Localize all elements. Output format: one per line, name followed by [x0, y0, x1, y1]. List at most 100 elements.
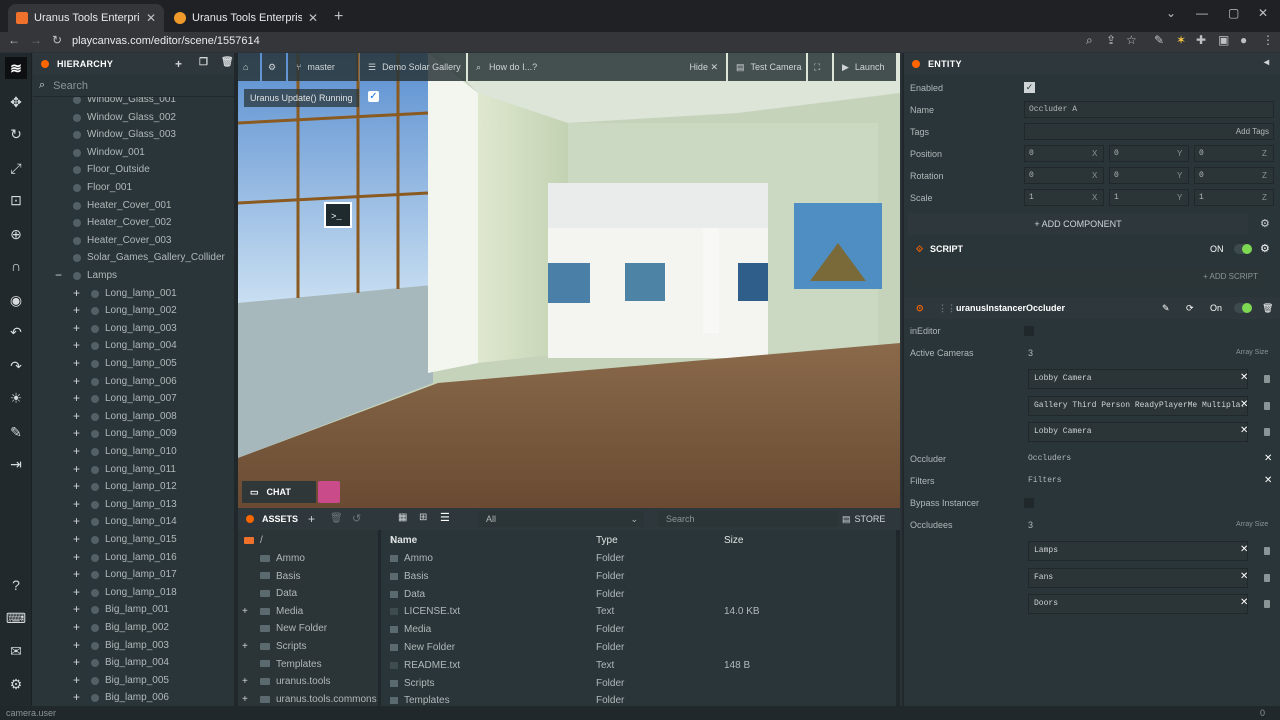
array-entry-field[interactable]: Lobby Camera: [1028, 422, 1248, 442]
expand-icon[interactable]: +: [73, 549, 80, 566]
expand-icon[interactable]: +: [73, 443, 80, 460]
edit-script-icon[interactable]: ✎: [1162, 297, 1170, 319]
home-button[interactable]: ⌂: [238, 53, 260, 81]
folder-item[interactable]: New Folder: [242, 620, 327, 637]
folder-item[interactable]: + Media: [242, 603, 303, 620]
table-row[interactable]: Scripts Folder: [384, 675, 896, 692]
undo-icon[interactable]: ↶: [0, 319, 32, 345]
snap-icon[interactable]: ∩: [0, 253, 32, 279]
delete-entry-icon[interactable]: [1264, 600, 1270, 608]
array-size-field[interactable]: 3: [1028, 343, 1033, 363]
branch-button[interactable]: ⑂ master: [288, 53, 358, 81]
expand-icon[interactable]: +: [73, 285, 80, 302]
puzzle-icon[interactable]: ✚: [1196, 33, 1206, 47]
delete-entry-icon[interactable]: [1264, 375, 1270, 383]
back-icon[interactable]: ←: [8, 33, 20, 47]
redo-icon[interactable]: ↷: [0, 353, 32, 379]
hierarchy-item[interactable]: + Long_lamp_010: [33, 443, 234, 460]
delete-entry-icon[interactable]: [1264, 573, 1270, 582]
scale-icon[interactable]: ⤢: [0, 155, 32, 181]
folder-item[interactable]: Data: [242, 585, 297, 602]
type-column-header[interactable]: Type: [596, 532, 618, 549]
clear-entry-icon[interactable]: ✕: [1240, 571, 1248, 582]
ineditor-checkbox[interactable]: [1024, 326, 1034, 336]
expand-icon[interactable]: +: [73, 390, 80, 407]
world-icon[interactable]: ⊕: [0, 221, 32, 247]
expand-icon[interactable]: +: [73, 566, 80, 583]
drag-handle-icon[interactable]: ⋮⋮: [938, 297, 956, 319]
delete-entry-icon[interactable]: [1264, 401, 1270, 410]
asset-search-input[interactable]: Search: [658, 511, 838, 527]
add-tags-field[interactable]: Add Tags: [1024, 123, 1274, 140]
hierarchy-item[interactable]: + Long_lamp_008: [33, 408, 234, 425]
hierarchy-item[interactable]: + Long_lamp_011: [33, 461, 234, 478]
expand-icon[interactable]: +: [242, 638, 260, 655]
hierarchy-item[interactable]: + Big_lamp_004: [33, 654, 234, 671]
table-row[interactable]: LICENSE.txt Text 14.0 KB: [384, 603, 896, 620]
add-entity-icon[interactable]: +: [175, 57, 182, 71]
hierarchy-item[interactable]: − Lamps: [33, 267, 234, 284]
table-row[interactable]: Data Folder: [384, 586, 896, 603]
maximize-icon[interactable]: ▢: [1228, 6, 1239, 20]
hierarchy-item[interactable]: + Long_lamp_018: [33, 584, 234, 601]
expand-icon[interactable]: +: [73, 337, 80, 354]
expand-icon[interactable]: +: [73, 373, 80, 390]
folder-item[interactable]: + uranus.tools: [242, 673, 330, 690]
launch-button[interactable]: ▶ Launch: [834, 53, 896, 81]
hierarchy-item[interactable]: Window_001: [33, 144, 234, 161]
table-row[interactable]: Ammo Folder: [384, 550, 896, 567]
extension-sun-icon[interactable]: ✶: [1176, 33, 1186, 47]
bypass-checkbox[interactable]: [1024, 498, 1034, 508]
asset-scrollbar[interactable]: [896, 530, 900, 706]
folder-item[interactable]: Ammo: [242, 550, 305, 567]
forward-icon[interactable]: →: [30, 33, 42, 47]
array-entry-field[interactable]: Fans: [1028, 567, 1248, 588]
clear-filters-icon[interactable]: ✕: [1264, 471, 1272, 491]
expand-icon[interactable]: +: [73, 425, 80, 442]
expand-icon[interactable]: +: [73, 408, 80, 425]
hierarchy-item[interactable]: + Long_lamp_017: [33, 566, 234, 583]
hierarchy-item[interactable]: + Long_lamp_009: [33, 425, 234, 442]
expand-icon[interactable]: +: [73, 320, 80, 337]
extension-icon[interactable]: ✎: [1154, 33, 1164, 47]
expand-icon[interactable]: +: [73, 496, 80, 513]
script-instance-toggle[interactable]: [1234, 303, 1252, 313]
playcanvas-logo-icon[interactable]: ≋: [5, 57, 27, 79]
search-input[interactable]: Search: [53, 80, 88, 92]
filters-field[interactable]: Filters: [1028, 471, 1062, 491]
gear-icon[interactable]: ⚙: [1260, 239, 1270, 259]
hide-help-button[interactable]: Hide ✕: [689, 62, 718, 73]
hierarchy-item[interactable]: Heater_Cover_003: [33, 232, 234, 249]
add-asset-icon[interactable]: +: [308, 512, 315, 526]
back-folder-icon[interactable]: ↺: [352, 512, 361, 525]
reload-script-icon[interactable]: ⟳: [1186, 297, 1194, 319]
table-row[interactable]: README.txt Text 148 B: [384, 657, 896, 674]
settings-icon[interactable]: ⚙: [0, 671, 32, 697]
hierarchy-item[interactable]: Window_Glass_002: [33, 109, 234, 126]
occluder-field[interactable]: Occluders: [1028, 449, 1071, 469]
script-component-header[interactable]: ⟐ SCRIPT ON ⚙: [904, 239, 1280, 259]
clear-entry-icon[interactable]: ✕: [1240, 425, 1248, 436]
delete-entry-icon[interactable]: [1264, 428, 1270, 436]
table-row[interactable]: Basis Folder: [384, 568, 896, 585]
hierarchy-item[interactable]: Floor_Outside: [33, 161, 234, 178]
scene-viewport[interactable]: >_ ⌂ ⚙ ⑂ master ☰ Demo Solar Gallery ⌕ How …: [238, 53, 900, 508]
keyboard-icon[interactable]: ⌨: [0, 605, 32, 631]
delete-script-icon[interactable]: 🗑: [1262, 297, 1273, 319]
expand-icon[interactable]: +: [73, 461, 80, 478]
table-row[interactable]: New Folder Folder: [384, 639, 896, 656]
folder-item[interactable]: + Scripts: [242, 638, 307, 655]
rotate-icon[interactable]: ↻: [0, 121, 32, 147]
new-tab-icon[interactable]: +: [334, 8, 343, 26]
duplicate-icon[interactable]: ❐: [199, 57, 208, 68]
avatar[interactable]: [318, 481, 340, 503]
enabled-checkbox[interactable]: ✓: [1024, 82, 1035, 93]
code-editor-icon[interactable]: ✎: [0, 419, 32, 445]
close-window-icon[interactable]: ✕: [1258, 6, 1268, 20]
hierarchy-item[interactable]: Solar_Games_Gallery_Collider: [33, 249, 234, 266]
translate-icon[interactable]: ✥: [0, 89, 32, 115]
folder-item[interactable]: Templates: [242, 656, 322, 673]
hierarchy-item[interactable]: + Long_lamp_002: [33, 302, 234, 319]
help-search-input[interactable]: How do I...?: [489, 62, 537, 72]
help-search[interactable]: ⌕ How do I...? Hide ✕: [468, 53, 726, 81]
